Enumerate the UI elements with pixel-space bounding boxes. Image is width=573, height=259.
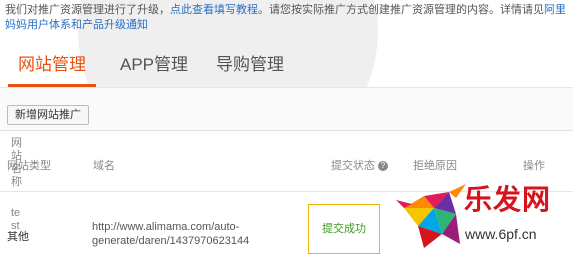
tutorial-link[interactable]: 点此查看填写教程。 [170, 4, 269, 16]
tab-bar: 网站管理 APP管理 导购管理 [0, 46, 573, 87]
header-site-type: 网站类型 [7, 160, 51, 172]
notice-text-before: 我们对推广资源管理进行了升级， [5, 4, 170, 16]
header-operation: 操作 [523, 160, 545, 172]
row-status-badge: 提交成功 [308, 204, 380, 254]
row-domain: http://www.alimama.com/auto-generate/dar… [92, 221, 250, 247]
notice-text-middle: 请您按实际推广方式创建推广资源管理的内容。详情请见 [269, 4, 544, 16]
watermark-logo: 乐发网 www.6pf.cn [394, 178, 573, 258]
header-submit-status: 提交状态? [331, 157, 388, 173]
tab-shopping-guide-management[interactable]: 导购管理 [216, 50, 284, 75]
bull-logo-icon [396, 184, 466, 248]
header-submit-status-label: 提交状态 [331, 160, 375, 172]
header-reject-reason: 拒绝原因 [413, 160, 457, 172]
header-domain: 域名 [93, 160, 115, 172]
upgrade-notice: 我们对推广资源管理进行了升级，点此查看填写教程。请您按实际推广方式创建推广资源管… [5, 3, 570, 33]
row-site-type: 其他 [7, 231, 29, 243]
watermark-title: 乐发网 [464, 183, 552, 216]
watermark-url: www.6pf.cn [465, 226, 537, 242]
active-tab-indicator [8, 84, 96, 87]
tab-website-management[interactable]: 网站管理 [18, 50, 86, 75]
add-site-button[interactable]: 新增网站推广 [7, 105, 89, 125]
help-icon[interactable]: ? [378, 161, 388, 171]
tab-app-management[interactable]: APP管理 [120, 50, 188, 75]
